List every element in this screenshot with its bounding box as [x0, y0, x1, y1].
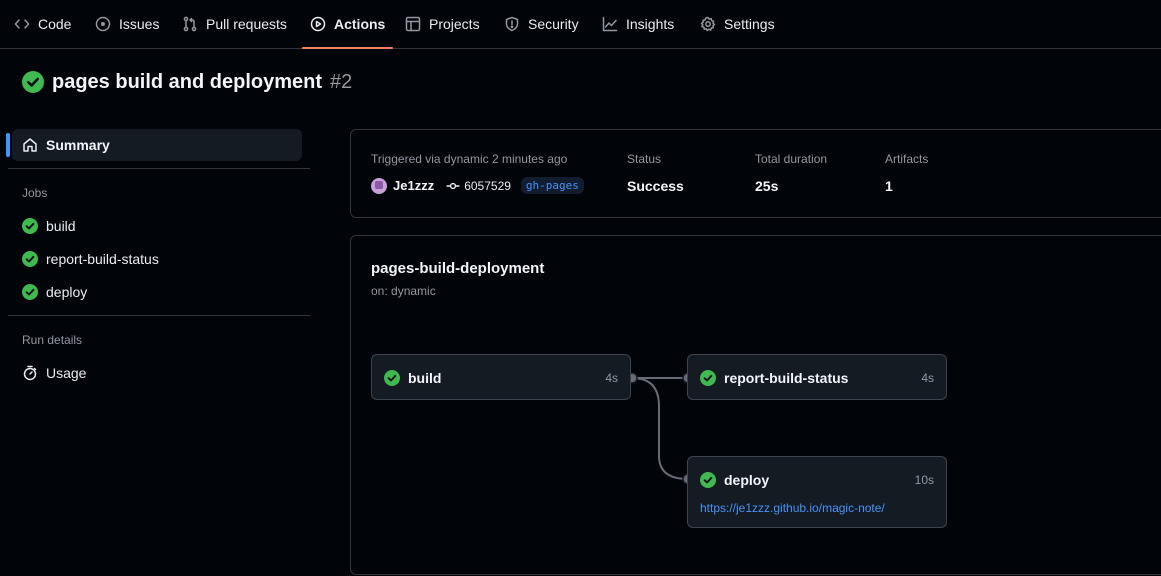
actor-link[interactable]: Je1zzz	[393, 178, 434, 193]
home-icon	[23, 138, 37, 152]
tab-code[interactable]: Code	[14, 0, 71, 48]
issue-opened-icon	[95, 16, 111, 32]
artifacts-info: Artifacts 1	[885, 152, 928, 194]
git-commit-icon	[446, 182, 460, 189]
shield-icon	[504, 16, 520, 32]
job-node-build[interactable]: build 4s	[371, 354, 631, 400]
sidebar-item-label: report-build-status	[46, 251, 159, 267]
tab-label: Insights	[626, 16, 675, 32]
tab-projects[interactable]: Projects	[405, 0, 480, 48]
active-indicator	[6, 133, 10, 157]
tab-label: Security	[528, 16, 579, 32]
tab-label: Settings	[724, 16, 775, 32]
status-info: Status Success	[627, 152, 684, 194]
trigger-label: Triggered via dynamic 2 minutes ago	[371, 152, 568, 166]
job-node-deploy[interactable]: deploy 10s https://je1zzz.github.io/magi…	[687, 456, 947, 528]
graph-icon	[602, 16, 618, 32]
tab-settings[interactable]: Settings	[700, 0, 775, 48]
divider	[8, 315, 310, 316]
check-circle-icon	[22, 218, 38, 234]
duration-value: 25s	[755, 178, 779, 194]
commit-link[interactable]: 6057529	[446, 179, 511, 193]
artifacts-value[interactable]: 1	[885, 178, 928, 194]
trigger-info: Triggered via dynamic 2 minutes ago Je1z…	[371, 152, 584, 194]
duration-info: Total duration 25s	[755, 152, 827, 194]
job-node-report-build-status[interactable]: report-build-status 4s	[687, 354, 947, 400]
repo-nav: Code Issues Pull requests Actions Projec…	[0, 0, 1161, 49]
job-name: deploy	[724, 472, 770, 488]
workflow-name: pages-build-deployment	[371, 260, 545, 277]
workflow-trigger: on: dynamic	[371, 284, 436, 298]
divider	[8, 168, 310, 169]
sidebar-item-label: deploy	[46, 284, 88, 300]
check-circle-icon	[700, 472, 716, 488]
run-number: #2	[330, 70, 353, 93]
sidebar-item-job-report-build-status[interactable]: report-build-status	[22, 249, 159, 269]
run-summary-card: Triggered via dynamic 2 minutes ago Je1z…	[350, 129, 1161, 218]
run-title: pages build and deployment	[52, 70, 323, 93]
tab-label: Projects	[429, 16, 480, 32]
sidebar-item-summary[interactable]: Summary	[12, 129, 302, 161]
sidebar-item-label: Usage	[46, 365, 87, 381]
check-circle-icon	[22, 284, 38, 300]
git-pull-request-icon	[182, 16, 198, 32]
stopwatch-icon	[23, 365, 37, 381]
run-header: pages build and deployment #2	[22, 70, 352, 94]
table-icon	[405, 16, 421, 32]
avatar[interactable]	[371, 177, 387, 194]
sidebar-item-job-deploy[interactable]: deploy	[22, 282, 87, 302]
tab-security[interactable]: Security	[504, 0, 579, 48]
sidebar-item-label: build	[46, 218, 76, 234]
check-circle-icon	[384, 370, 400, 386]
tab-insights[interactable]: Insights	[602, 0, 674, 48]
sidebar-item-job-build[interactable]: build	[22, 216, 76, 236]
job-duration: 4s	[605, 371, 618, 385]
sidebar-item-label: Summary	[46, 137, 110, 153]
job-duration: 10s	[914, 473, 934, 487]
play-icon	[310, 16, 326, 32]
check-circle-icon	[22, 71, 44, 93]
tab-label: Issues	[119, 16, 160, 32]
job-name: build	[408, 370, 442, 386]
workflow-graph-card: pages-build-deployment on: dynamic build…	[350, 235, 1161, 575]
job-duration: 4s	[921, 371, 934, 385]
check-circle-icon	[700, 370, 716, 386]
tab-label: Actions	[334, 16, 386, 32]
tab-label: Code	[38, 16, 72, 32]
jobs-heading: Jobs	[22, 186, 48, 200]
deployment-url-link[interactable]: https://je1zzz.github.io/magic-note/	[700, 501, 885, 515]
duration-label: Total duration	[755, 152, 828, 166]
commit-sha: 6057529	[464, 178, 511, 193]
branch-label[interactable]: gh-pages	[520, 177, 584, 194]
sidebar-item-usage[interactable]: Usage	[22, 363, 86, 383]
artifacts-label: Artifacts	[885, 152, 929, 166]
status-value: Success	[627, 178, 684, 194]
tab-actions[interactable]: Actions	[301, 0, 394, 49]
tab-pull-requests[interactable]: Pull requests	[182, 0, 287, 48]
check-circle-icon	[22, 251, 38, 267]
job-name: report-build-status	[724, 370, 849, 386]
run-details-heading: Run details	[22, 333, 83, 347]
gear-icon	[700, 16, 716, 32]
tab-issues[interactable]: Issues	[95, 0, 159, 48]
code-icon	[14, 16, 30, 32]
status-label: Status	[627, 152, 662, 166]
tab-label: Pull requests	[206, 16, 287, 32]
